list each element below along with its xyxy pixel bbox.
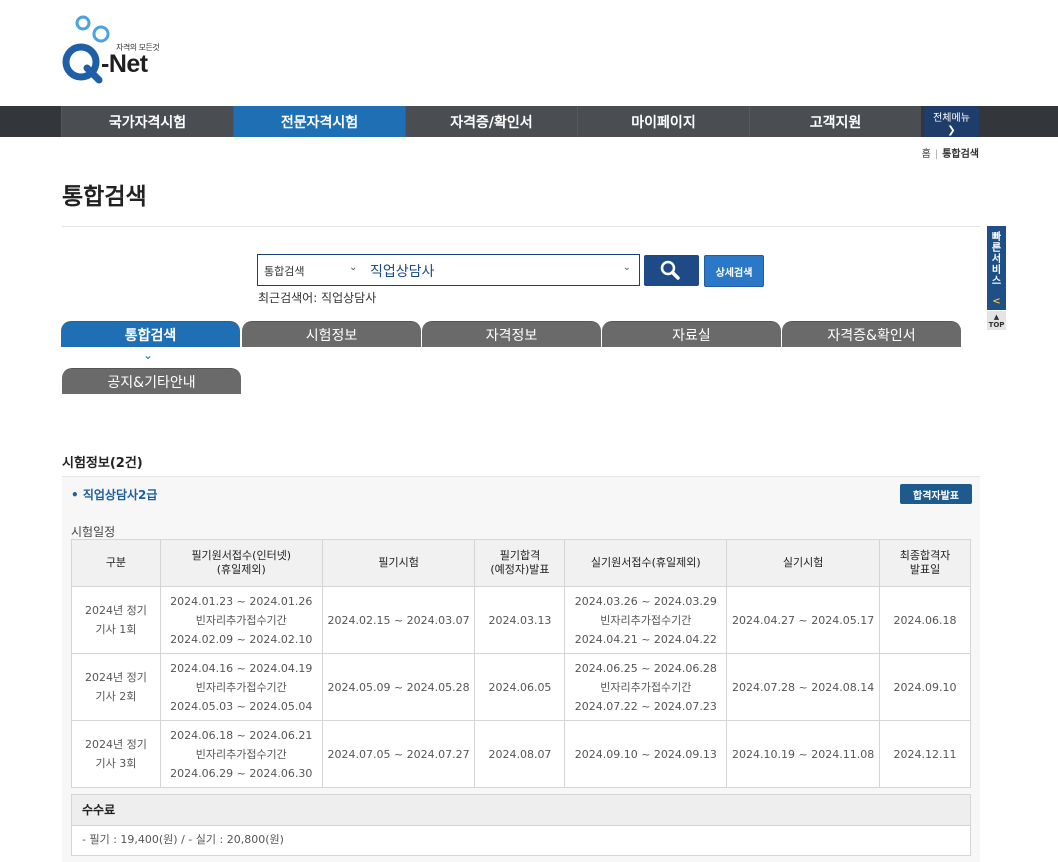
table-header: 실기원서접수(휴일제외) [564,539,728,587]
triangle-up-icon: ▲ [993,313,1000,321]
nav-item-certificate[interactable]: 자격증/확인서 [405,106,577,137]
breadcrumb-home[interactable]: 홈 [922,149,931,160]
logo-name: -Net [101,50,148,78]
chevron-down-icon: ❯ [947,125,956,136]
table-row: 2024년 정기 기사 3회 2024.06.18 ~ 2024.06.21 빈자리추… [71,720,971,788]
qnet-logo[interactable]: 자격의 모든것 -Net [61,14,171,84]
breadcrumb: 홈 | 통합검색 [921,149,979,160]
nav-item-professional[interactable]: 전문자격시험 [233,106,405,137]
table-cell: 2024.06.18 ~ 2024.06.21 빈자리추가접수기간 2024.06.… [159,720,323,788]
chevron-down-icon: ⌄ [143,348,154,362]
schedule-table: 구분 필기원서접수(인터넷) (휴일제외) 필기시험 필기합격 (예정자)발표 실기… [71,539,971,788]
search-input[interactable]: 직업상담사 [370,261,434,281]
exam-name-link[interactable]: • 직업상담사2급 [71,486,157,503]
table-cell: 2024.06.05 [474,653,566,721]
table-cell: 2024.03.26 ~ 2024.03.29 빈자리추가접수기간 2024.04.… [564,586,728,654]
table-cell: 2024.06.25 ~ 2024.06.28 빈자리추가접수기간 2024.07.… [564,653,728,721]
search-button[interactable] [644,255,699,286]
table-cell: 2024.10.19 ~ 2024.11.08 [726,720,881,788]
chevron-down-icon[interactable]: ⌄ [623,262,631,273]
title-divider [62,226,980,227]
search-box: 통합검색 ⌄ 직업상담사 ⌄ [257,254,640,286]
schedule-body: 2024년 정기 기사 1회 2024.01.23 ~ 2024.01.26 빈자리추… [71,586,971,788]
tab-qualification-info[interactable]: 자격정보 [422,321,601,347]
table-cell: 2024.09.10 [879,653,971,721]
main-nav: 국가자격시험 전문자격시험 자격증/확인서 마이페이지 고객지원 전체메뉴 ❯ [0,106,1058,137]
table-header: 필기합격 (예정자)발표 [474,539,566,587]
fee-title: 수수료 [71,794,971,826]
search-scope-select[interactable]: 통합검색 [264,263,304,279]
section-title: 시험정보(2건) [62,456,143,471]
exam-panel: • 직업상담사2급 합격자발표 시험일정 구분 필기원서접수(인터넷) (휴일제외… [62,476,980,862]
table-cell: 2024.01.23 ~ 2024.01.26 빈자리추가접수기간 2024.02.… [159,586,323,654]
nav-item-national[interactable]: 국가자격시험 [61,106,233,137]
chevron-left-icon[interactable]: < [987,295,1006,310]
detail-search-button[interactable]: 상세검색 [704,255,764,287]
tab-certificates[interactable]: 자격증&확인서 [782,321,961,347]
table-header: 필기원서접수(인터넷) (휴일제외) [159,539,323,587]
table-cell: 2024년 정기 기사 3회 [71,720,161,788]
table-cell: 2024.12.11 [879,720,971,788]
table-cell: 2024.05.09 ~ 2024.05.28 [321,653,476,721]
nav-item-mypage[interactable]: 마이페이지 [577,106,749,137]
table-header: 최종합격자 발표일 [879,539,971,587]
table-cell: 2024년 정기 기사 1회 [71,586,161,654]
table-cell: 2024.03.13 [474,586,566,654]
table-cell: 2024.08.07 [474,720,566,788]
search-icon [660,260,680,280]
table-row: 2024년 정기 기사 2회 2024.04.16 ~ 2024.04.19 빈자리추… [71,653,971,721]
table-cell: 2024.07.28 ~ 2024.08.14 [726,653,881,721]
all-menu-button[interactable]: 전체메뉴 ❯ [924,106,979,137]
top-label: TOP [988,321,1005,329]
all-menu-label: 전체메뉴 [933,113,970,124]
schedule-label: 시험일정 [71,525,116,539]
tab-resources[interactable]: 자료실 [602,321,781,347]
pass-announcement-button[interactable]: 합격자발표 [900,484,972,504]
table-cell: 2024.09.10 ~ 2024.09.13 [564,720,728,788]
table-row: 2024년 정기 기사 1회 2024.01.23 ~ 2024.01.26 빈자리추… [71,586,971,654]
tab-integrated[interactable]: 통합검색 [61,321,240,347]
table-cell: 2024.04.27 ~ 2024.05.17 [726,586,881,654]
recent-searches[interactable]: 최근검색어: 직업상담사 [258,289,376,306]
table-cell: 2024.07.05 ~ 2024.07.27 [321,720,476,788]
table-cell: 2024.02.15 ~ 2024.03.07 [321,586,476,654]
table-cell: 2024년 정기 기사 2회 [71,653,161,721]
quick-service-label: 빠른서비스 [991,232,1002,287]
table-header: 실기시험 [726,539,881,587]
table-header: 필기시험 [321,539,476,587]
top-button[interactable]: ▲ TOP [987,311,1006,330]
table-header: 구분 [71,539,161,587]
breadcrumb-current: 통합검색 [942,149,979,160]
table-cell: 2024.06.18 [879,586,971,654]
table-cell: 2024.04.16 ~ 2024.04.19 빈자리추가접수기간 2024.05.… [159,653,323,721]
chevron-down-icon: ⌄ [349,262,358,273]
tab-notices[interactable]: 공지&기타안내 [62,368,241,394]
table-header-row: 구분 필기원서접수(인터넷) (휴일제외) 필기시험 필기합격 (예정자)발표 실기… [71,539,971,587]
nav-item-support[interactable]: 고객지원 [749,106,921,137]
tab-exam-info[interactable]: 시험정보 [242,321,421,347]
fee-text: - 필기 : 19,400(원) / - 실기 : 20,800(원) [71,826,971,856]
page-title: 통합검색 [62,184,147,210]
